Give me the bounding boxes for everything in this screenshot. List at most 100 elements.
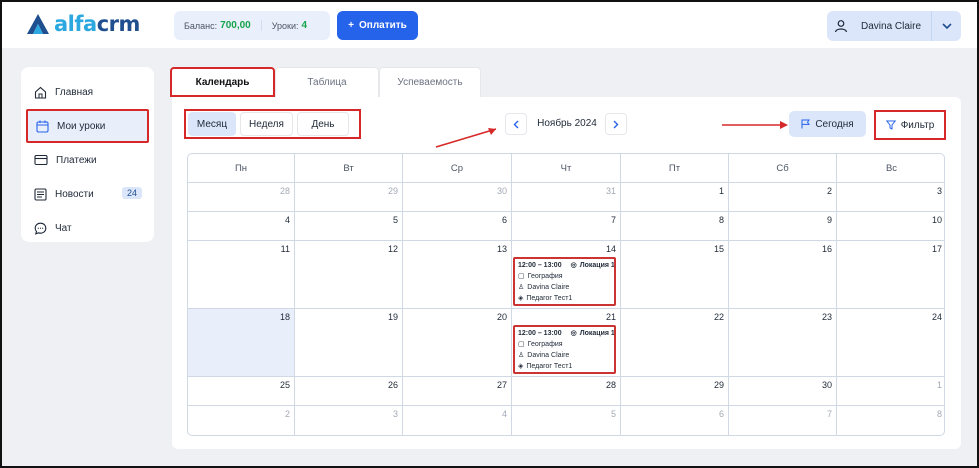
calendar-day[interactable]: 5: [512, 406, 621, 435]
day-number: 13: [496, 244, 507, 254]
calendar-day[interactable]: 1: [621, 183, 729, 211]
tab-table[interactable]: Таблица: [275, 67, 379, 97]
event-time: 12:00 – 13:00: [518, 330, 562, 337]
sidebar-item-my-lessons[interactable]: Мои уроки: [26, 109, 149, 143]
teacher-icon: ◈: [518, 363, 524, 370]
calendar-day[interactable]: 4: [188, 212, 295, 240]
calendar-day-today[interactable]: 18: [188, 309, 295, 376]
day-number: 26: [387, 380, 398, 390]
calendar-day[interactable]: 11: [188, 241, 295, 308]
day-number: 2: [826, 186, 832, 196]
event-location: Локация 1: [579, 330, 615, 337]
sidebar-item-payments[interactable]: Платежи: [21, 143, 154, 177]
weekday-label: Чт: [512, 154, 621, 182]
day-number: 29: [713, 380, 724, 390]
calendar-day[interactable]: 19: [295, 309, 403, 376]
calendar-day[interactable]: 28: [512, 377, 621, 405]
calendar-day[interactable]: 6: [403, 212, 512, 240]
calendar-day[interactable]: 23: [729, 309, 837, 376]
calendar-day[interactable]: 13: [403, 241, 512, 308]
user-menu-toggle[interactable]: [931, 11, 961, 41]
day-number: 1: [936, 380, 942, 390]
calendar-day[interactable]: 20: [403, 309, 512, 376]
calendar-day[interactable]: 15: [621, 241, 729, 308]
sidebar-item-home[interactable]: Главная: [21, 75, 154, 109]
calendar-day[interactable]: 8: [837, 406, 944, 435]
calendar-day[interactable]: 14 12:00 – 13:00 ◎ Локация 1 ▢ География ♙…: [512, 241, 621, 308]
next-month-button[interactable]: [605, 113, 627, 135]
calendar-day[interactable]: 9: [729, 212, 837, 240]
calendar-day[interactable]: 7: [512, 212, 621, 240]
day-number: 29: [387, 186, 398, 196]
today-button[interactable]: Сегодня: [789, 111, 866, 137]
calendar-day[interactable]: 10: [837, 212, 944, 240]
logo-icon: [27, 14, 49, 34]
sidebar-item-label: Чат: [55, 222, 72, 234]
chevron-down-icon: [941, 23, 952, 29]
day-number: 6: [718, 409, 724, 419]
chevron-right-icon: [613, 120, 619, 128]
calendar-icon: [36, 120, 49, 133]
calendar-day[interactable]: 28: [188, 183, 295, 211]
calendar-day[interactable]: 31: [512, 183, 621, 211]
calendar-day[interactable]: 4: [403, 406, 512, 435]
balance-value: 700,00: [220, 20, 251, 31]
calendar-day[interactable]: 1: [837, 377, 944, 405]
tab-progress[interactable]: Успеваемость: [379, 67, 481, 97]
sidebar-item-chat[interactable]: Чат: [21, 211, 154, 245]
calendar-day[interactable]: 8: [621, 212, 729, 240]
weekday-label: Вс: [885, 162, 898, 174]
calendar-day[interactable]: 16: [729, 241, 837, 308]
calendar-day[interactable]: 17: [837, 241, 944, 308]
logo[interactable]: alfacrm: [26, 12, 140, 36]
sidebar-item-news[interactable]: Новости 24: [21, 177, 154, 211]
calendar-day[interactable]: 25: [188, 377, 295, 405]
calendar-day[interactable]: 21 12:00 – 13:00 ◎ Локация 1 ▢ География ♙…: [512, 309, 621, 376]
weekday-label: Вт: [295, 154, 403, 182]
calendar-day[interactable]: 30: [403, 183, 512, 211]
calendar-day[interactable]: 24: [837, 309, 944, 376]
book-icon: ▢: [518, 273, 525, 280]
pay-button[interactable]: + Оплатить: [337, 11, 418, 40]
calendar-day[interactable]: 2: [729, 183, 837, 211]
user-icon: [834, 20, 848, 33]
day-number: 12: [387, 244, 398, 254]
book-icon: ▢: [518, 341, 525, 348]
view-week-button[interactable]: Неделя: [240, 112, 293, 136]
chevron-left-icon: [513, 120, 519, 128]
tab-calendar[interactable]: Календарь: [170, 67, 275, 97]
calendar-week: 25 26 27 28 29 30 1: [188, 377, 944, 406]
calendar-day[interactable]: 29: [621, 377, 729, 405]
calendar-day[interactable]: 22: [621, 309, 729, 376]
calendar-day[interactable]: 26: [295, 377, 403, 405]
user-menu[interactable]: Davina Claire: [827, 11, 961, 41]
calendar-day[interactable]: 6: [621, 406, 729, 435]
calendar-day[interactable]: 27: [403, 377, 512, 405]
view-month-button[interactable]: Месяц: [188, 112, 236, 136]
view-day-button[interactable]: День: [297, 112, 349, 136]
prev-month-button[interactable]: [505, 113, 527, 135]
sidebar-item-label: Мои уроки: [57, 120, 106, 132]
calendar-day[interactable]: 3: [295, 406, 403, 435]
filter-icon: [885, 120, 896, 130]
day-number: 5: [610, 409, 616, 419]
calendar-day[interactable]: 29: [295, 183, 403, 211]
weekday-label: Ср: [403, 154, 512, 182]
lesson-event[interactable]: 12:00 – 13:00 ◎ Локация 1 ▢ География ♙ Dav…: [513, 257, 616, 306]
calendar-day[interactable]: 3: [837, 183, 944, 211]
view-mode-selector: Месяц Неделя День: [184, 109, 361, 139]
day-number: 18: [279, 312, 290, 322]
day-number: 17: [931, 244, 942, 254]
filter-button[interactable]: Фильтр: [874, 110, 946, 140]
calendar-week: 2 3 4 5 6 7 8: [188, 406, 944, 435]
home-icon: [34, 86, 47, 99]
calendar-day[interactable]: 7: [729, 406, 837, 435]
calendar-week: 11 12 13 14 12:00 – 13:00 ◎ Локация 1 ▢ Ге…: [188, 241, 944, 309]
day-number: 9: [826, 215, 832, 225]
calendar-day[interactable]: 5: [295, 212, 403, 240]
calendar-day[interactable]: 12: [295, 241, 403, 308]
lesson-event[interactable]: 12:00 – 13:00 ◎ Локация 1 ▢ География ♙ Dav…: [513, 325, 616, 374]
calendar-day[interactable]: 30: [729, 377, 837, 405]
calendar-day[interactable]: 2: [188, 406, 295, 435]
logo-prefix: alfa: [54, 12, 97, 36]
